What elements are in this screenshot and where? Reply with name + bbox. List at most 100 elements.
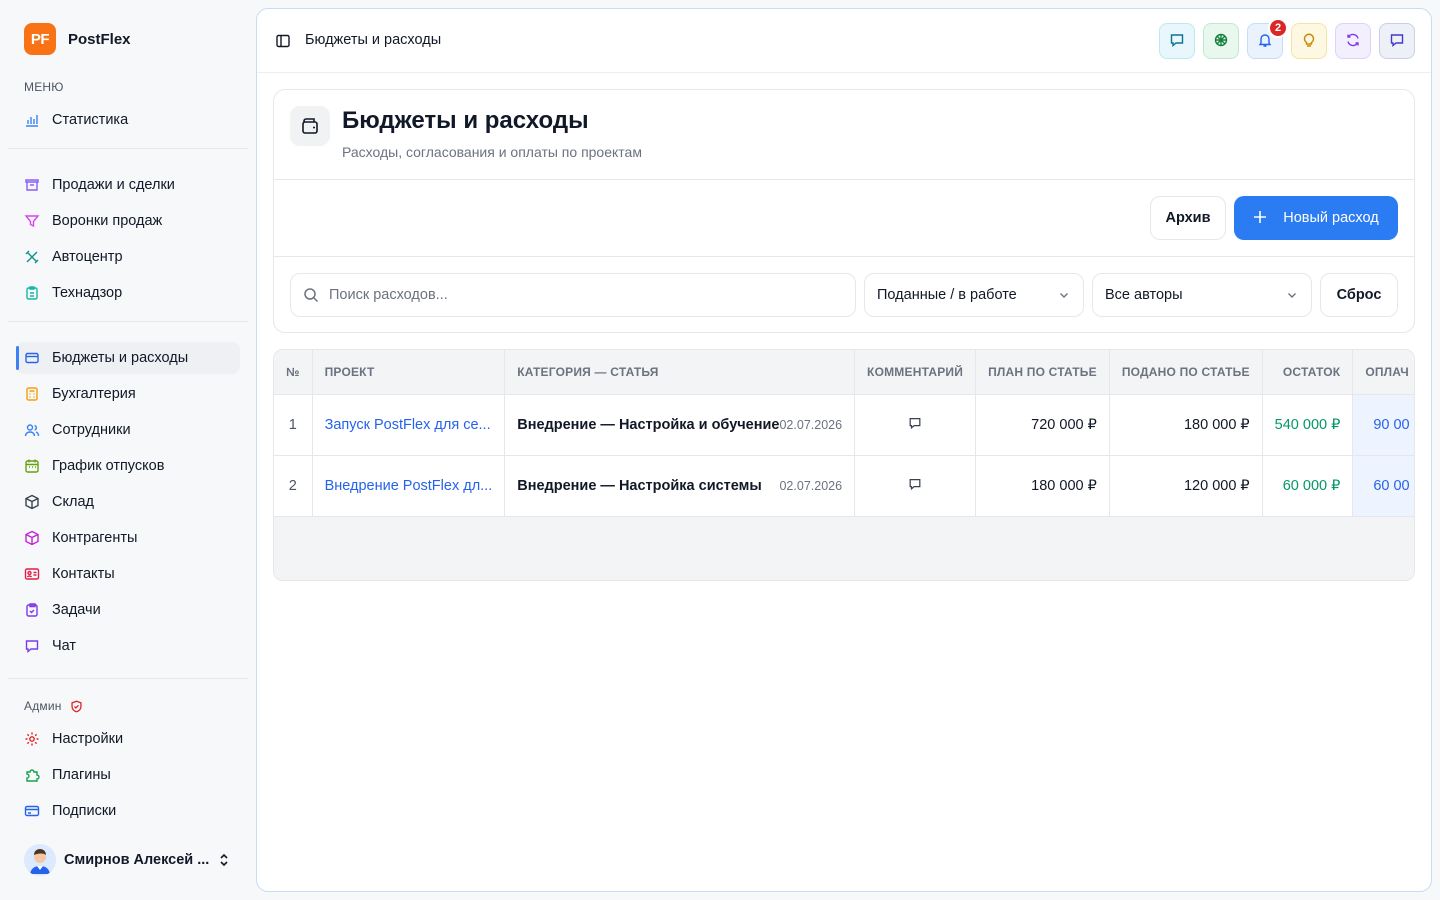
search-icon <box>303 287 319 303</box>
search-field[interactable] <box>290 273 856 317</box>
topbar: Бюджеты и расходы 2 <box>257 9 1431 73</box>
messages-button[interactable] <box>1379 23 1415 59</box>
paid-cell: 60 00 <box>1352 455 1414 517</box>
app-name: PostFlex <box>68 30 131 48</box>
sidebar-item-counterparties[interactable]: Контрагенты <box>16 522 240 554</box>
chevron-down-icon <box>1057 288 1071 302</box>
reset-button[interactable]: Сброс <box>1320 273 1398 317</box>
sidebar-item-autocenter[interactable]: Автоцентр <box>16 241 240 273</box>
sidebar-item-statistics[interactable]: Статистика <box>16 104 240 136</box>
chevrons-up-down-icon <box>216 852 232 871</box>
column-header-comment[interactable]: Комментарий <box>854 350 977 395</box>
page-header-card: Бюджеты и расходы Расходы, согласования … <box>273 89 1415 333</box>
message-icon <box>1389 32 1405 51</box>
user-name: Смирнов Алексей ... <box>64 852 210 868</box>
sidebar-item-warehouse[interactable]: Склад <box>16 486 240 518</box>
sidebar-item-label: Контакты <box>52 566 115 582</box>
sidebar-divider <box>8 678 248 679</box>
menu-section-label: МЕНЮ <box>24 80 64 94</box>
main-panel: Бюджеты и расходы 2 Бюджеты и расходы Ра… <box>256 8 1432 892</box>
sidebar-item-label: Чат <box>52 638 77 654</box>
credit-card-icon <box>24 803 40 819</box>
column-header-project[interactable]: Проект <box>312 350 506 395</box>
sidebar-item-settings[interactable]: Настройки <box>16 723 240 755</box>
sidebar-item-supervision[interactable]: Технадзор <box>16 277 240 309</box>
column-header-remainder[interactable]: Остаток <box>1262 350 1354 395</box>
brand[interactable]: PF PostFlex <box>24 23 131 55</box>
column-header-number[interactable]: № <box>274 350 313 395</box>
sidebar-item-label: Статистика <box>52 112 129 128</box>
column-header-paid[interactable]: Оплач <box>1352 350 1414 395</box>
ai-button[interactable] <box>1203 23 1239 59</box>
comment-cell[interactable] <box>854 394 977 456</box>
sidebar-item-subscriptions[interactable]: Подписки <box>16 795 240 827</box>
contact-card-icon <box>24 566 40 582</box>
refresh-button[interactable] <box>1335 23 1371 59</box>
submitted-cell: 180 000 ₽ <box>1109 394 1263 456</box>
sidebar-item-label: Технадзор <box>52 285 123 301</box>
sidebar-item-employees[interactable]: Сотрудники <box>16 414 240 446</box>
comment-icon[interactable] <box>908 478 922 495</box>
sidebar-item-sales[interactable]: Продажи и сделки <box>16 169 240 201</box>
sidebar-item-tasks[interactable]: Задачи <box>16 594 240 626</box>
refresh-icon <box>1345 32 1361 51</box>
sidebar-item-budgets[interactable]: Бюджеты и расходы <box>16 342 240 374</box>
notifications-button[interactable]: 2 <box>1247 18 1288 59</box>
remainder-cell: 60 000 ₽ <box>1262 455 1354 517</box>
sidebar-item-label: Воронки продаж <box>52 213 163 229</box>
plus-icon <box>1253 208 1267 228</box>
ideas-button[interactable] <box>1291 23 1327 59</box>
category-date: 02.07.2026 <box>779 478 843 493</box>
gear-icon <box>24 731 40 747</box>
funnel-icon <box>24 213 40 229</box>
chevron-down-icon <box>1285 288 1299 302</box>
comment-cell[interactable] <box>854 455 977 517</box>
user-menu[interactable]: Смирнов Алексей ... <box>24 844 240 876</box>
sidebar-item-label: Продажи и сделки <box>52 177 175 193</box>
sidebar-item-label: Сотрудники <box>52 422 131 438</box>
sidebar-toggle-icon[interactable] <box>275 33 291 52</box>
archive-button[interactable]: Архив <box>1150 196 1226 240</box>
status-filter-select[interactable]: Поданные / в работе <box>864 273 1084 317</box>
notification-badge: 2 <box>1268 18 1288 38</box>
search-input[interactable] <box>329 287 809 303</box>
sidebar-item-label: Бюджеты и расходы <box>52 350 189 366</box>
column-header-submitted[interactable]: Подано по статье <box>1109 350 1263 395</box>
sidebar-divider <box>8 148 248 149</box>
tasks-icon <box>24 602 40 618</box>
column-header-category[interactable]: Категория — статья <box>504 350 856 395</box>
category-cell: Внедрение — Настройка и обучение 02.07.20… <box>504 394 856 456</box>
archive-box-icon <box>24 177 40 193</box>
status-filter-value: Поданные / в работе <box>877 287 1017 303</box>
sidebar-item-chat[interactable]: Чат <box>16 630 240 662</box>
author-filter-value: Все авторы <box>1105 287 1183 303</box>
lightbulb-icon <box>1301 32 1317 51</box>
avatar <box>24 844 56 876</box>
new-expense-button[interactable]: Новый расход <box>1234 196 1398 240</box>
sidebar-item-contacts[interactable]: Контакты <box>16 558 240 590</box>
column-header-plan[interactable]: План по статье <box>975 350 1110 395</box>
admin-section-label: Админ <box>24 699 62 713</box>
sidebar-item-vacations[interactable]: График отпусков <box>16 450 240 482</box>
sidebar-item-plugins[interactable]: Плагины <box>16 759 240 791</box>
author-filter-select[interactable]: Все авторы <box>1092 273 1312 317</box>
users-icon <box>24 422 40 438</box>
plan-cell: 180 000 ₽ <box>975 455 1110 517</box>
comment-icon[interactable] <box>908 417 922 434</box>
row-number: 2 <box>274 455 313 517</box>
table-row[interactable]: 2 Внедрение PostFlex дл... Внедрение — Н… <box>274 455 1414 517</box>
expenses-table: № Проект Категория — статья Комментарий … <box>274 350 1414 517</box>
project-link[interactable]: Внедрение PostFlex дл... <box>312 455 506 517</box>
app-logo: PF <box>24 23 56 55</box>
page-subtitle: Расходы, согласования и оплаты по проект… <box>342 144 642 160</box>
table-row[interactable]: 1 Запуск PostFlex для се... Внедрение — … <box>274 394 1414 456</box>
chat-button[interactable] <box>1159 23 1195 59</box>
sidebar-item-accounting[interactable]: Бухгалтерия <box>16 378 240 410</box>
submitted-cell: 120 000 ₽ <box>1109 455 1263 517</box>
project-link[interactable]: Запуск PostFlex для се... <box>312 394 506 456</box>
page-title: Бюджеты и расходы <box>342 107 589 134</box>
calendar-icon <box>24 458 40 474</box>
sidebar-divider <box>8 321 248 322</box>
sidebar-item-funnels[interactable]: Воронки продаж <box>16 205 240 237</box>
sidebar-item-label: Плагины <box>52 767 111 783</box>
